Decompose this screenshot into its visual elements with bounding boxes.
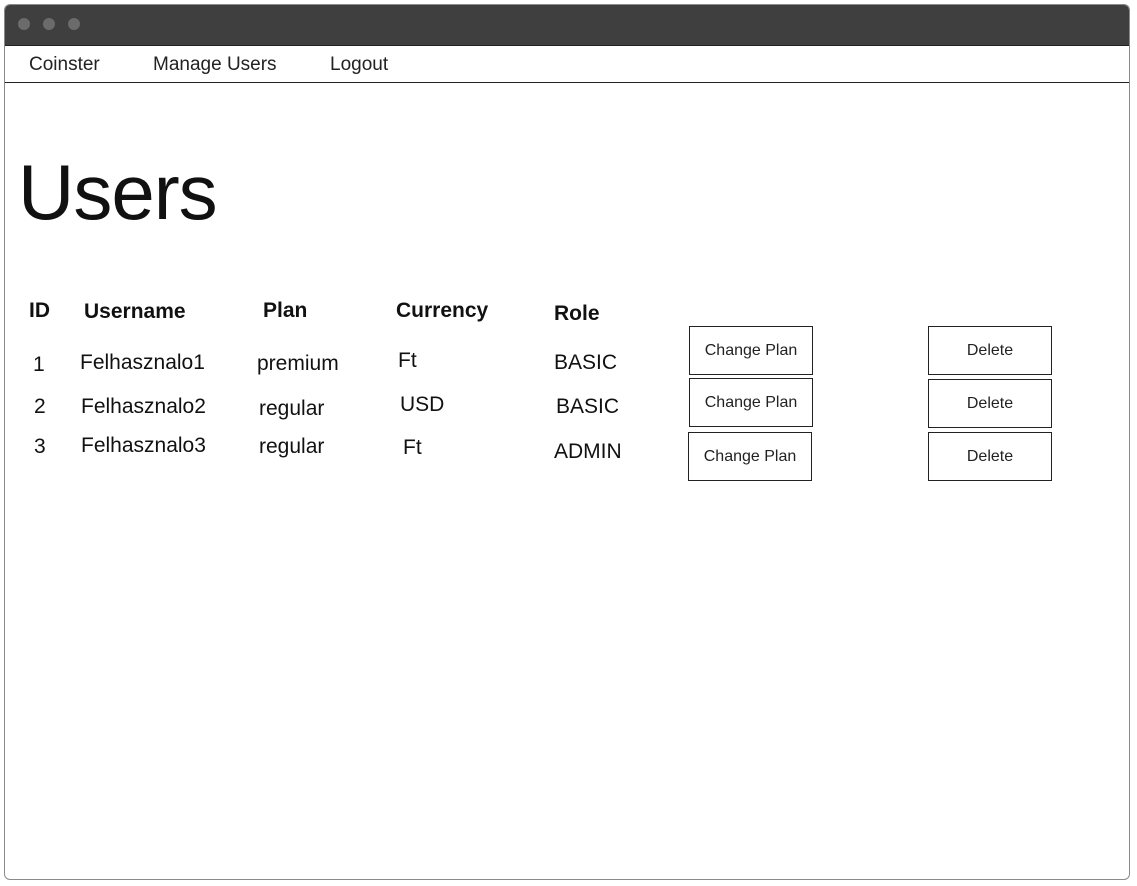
header-id: ID [29,299,50,322]
cell-id: 2 [34,395,46,418]
header-role: Role [554,302,600,325]
cell-currency: Ft [403,436,422,459]
cell-plan: premium [257,352,339,375]
cell-role: ADMIN [554,440,622,463]
delete-button[interactable]: Delete [928,326,1052,375]
header-username: Username [84,300,186,323]
cell-role: BASIC [556,395,620,418]
change-plan-button[interactable]: Change Plan [688,432,812,481]
window-titlebar [5,5,1129,45]
delete-button[interactable]: Delete [928,379,1052,428]
cell-currency: USD [400,393,445,416]
page-title: Users [18,148,218,236]
nav-logout-link[interactable]: Logout [330,54,388,76]
change-plan-button[interactable]: Change Plan [689,326,813,375]
browser-window: Coinster Manage Users Logout Users ID Us… [4,4,1130,880]
cell-plan: regular [259,435,325,458]
change-plan-button[interactable]: Change Plan [689,378,813,427]
cell-username: Felhasznalo1 [80,351,205,374]
cell-currency: Ft [398,349,417,372]
header-plan: Plan [263,299,308,322]
header-currency: Currency [396,299,489,322]
navbar: Coinster Manage Users Logout [5,45,1129,83]
window-dot-icon [43,18,55,30]
cell-username: Felhasznalo2 [81,395,206,418]
cell-username: Felhasznalo3 [81,434,206,457]
cell-id: 3 [34,435,46,458]
nav-manage-users-link[interactable]: Manage Users [153,54,277,76]
window-dot-icon [18,18,30,30]
cell-plan: regular [259,397,325,420]
cell-role: BASIC [554,351,618,374]
delete-button[interactable]: Delete [928,432,1052,481]
cell-id: 1 [33,353,45,376]
nav-brand-link[interactable]: Coinster [29,54,100,76]
window-dot-icon [68,18,80,30]
